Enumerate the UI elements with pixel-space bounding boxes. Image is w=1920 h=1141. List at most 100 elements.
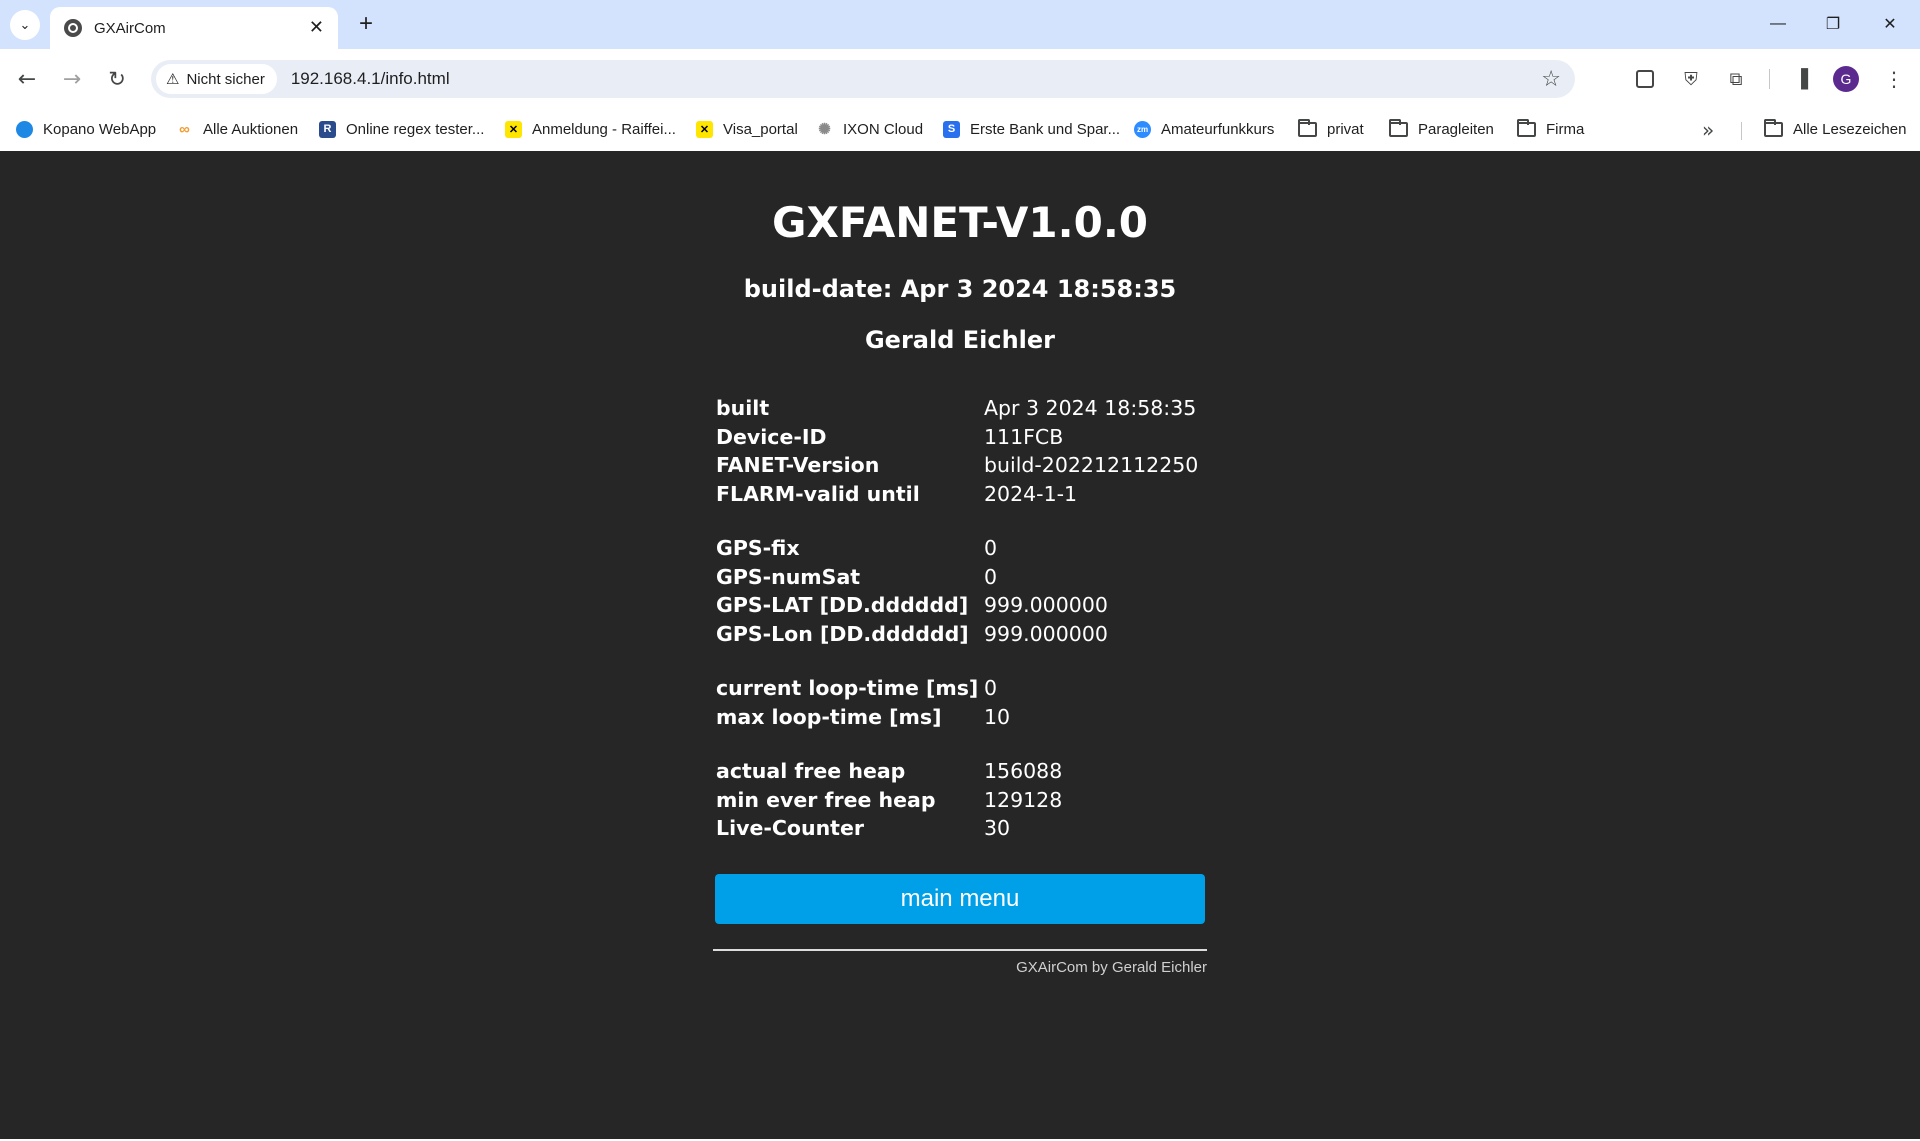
warning-triangle-icon: ⚠ [166, 71, 180, 88]
forward-arrow-icon[interactable]: → [56, 63, 88, 95]
all-bookmarks-label: Alle Lesezeichen [1793, 120, 1907, 138]
bookmark-label: privat [1327, 120, 1364, 138]
info-row: GPS-numSat 0 [716, 563, 1206, 592]
info-value: 30 [984, 816, 1011, 841]
bookmark-raiffeisen[interactable]: ✕ Anmeldung - Raiffei... [505, 118, 676, 140]
address-bar[interactable]: ⚠ Nicht sicher 192.168.4.1/info.html ☆ [151, 60, 1575, 98]
tab-title: GXAirCom [94, 19, 166, 37]
tab-close-icon[interactable]: ✕ [309, 19, 324, 37]
info-key: actual free heap [716, 759, 906, 784]
menu-kebab-icon[interactable]: ⋮ [1878, 63, 1910, 95]
folder-icon [1389, 118, 1408, 137]
info-row: current loop-time [ms] 0 [716, 674, 1206, 703]
info-row: FANET-Version build-202212112250 [716, 451, 1206, 480]
tab-strip: ⌄ GXAirCom ✕ + — ❐ ✕ [0, 0, 1920, 49]
info-row: min ever free heap 129128 [716, 786, 1206, 815]
info-group-gps: GPS-fix 0 GPS-numSat 0 GPS-LAT [DD.dddddd]… [716, 534, 1206, 648]
globe-icon [64, 19, 82, 37]
info-key: max loop-time [ms] [716, 704, 942, 729]
info-key: FLARM-valid until [716, 481, 920, 506]
info-table: built Apr 3 2024 18:58:35 Device-ID 111FCB… [716, 394, 1206, 869]
info-key: current loop-time [ms] [716, 676, 979, 701]
build-date-heading: build-date: Apr 3 2024 18:58:35 [743, 275, 1177, 303]
info-value: 156088 [984, 759, 1063, 784]
bookmark-folder-privat[interactable]: privat [1298, 118, 1364, 140]
back-arrow-icon[interactable]: ← [11, 63, 43, 95]
bookmark-label: Alle Auktionen [203, 120, 299, 138]
info-row: max loop-time [ms] 10 [716, 703, 1206, 732]
info-value: 999.000000 [984, 593, 1108, 618]
info-group-build: built Apr 3 2024 18:58:35 Device-ID 111FCB… [716, 394, 1206, 508]
bookmark-folder-paragleiten[interactable]: Paragleiten [1389, 118, 1494, 140]
minimize-button[interactable]: — [1758, 8, 1798, 40]
bookmark-regex-tester[interactable]: R Online regex tester... [319, 118, 484, 140]
erste-icon: S [943, 120, 960, 138]
raiffeisen-icon: ✕ [696, 120, 713, 138]
author-heading: Gerald Eichler [864, 326, 1056, 354]
new-tab-button[interactable]: + [352, 10, 380, 38]
bookmark-label: Paragleiten [1418, 120, 1494, 138]
info-value: 0 [984, 564, 998, 589]
info-row: FLARM-valid until 2024-1-1 [716, 480, 1206, 509]
zoom-icon: zm [1134, 120, 1151, 138]
info-key: GPS-numSat [716, 564, 861, 589]
profile-avatar[interactable]: G [1833, 66, 1859, 92]
extensions-puzzle-icon[interactable]: ⧉ [1720, 63, 1752, 95]
bookmarks-divider [1741, 122, 1742, 140]
bookmark-label: IXON Cloud [843, 120, 924, 138]
page-title: GXFANET-V1.0.0 [771, 198, 1148, 247]
bookmark-folder-firma[interactable]: Firma [1517, 118, 1584, 140]
bookmark-label: Erste Bank und Spar... [970, 120, 1121, 138]
tab-search-chevron-icon[interactable]: ⌄ [10, 10, 40, 40]
info-row: built Apr 3 2024 18:58:35 [716, 394, 1206, 423]
restore-button[interactable]: ❐ [1813, 8, 1853, 40]
bookmark-amateurfunkkurs[interactable]: zm Amateurfunkkurs [1134, 118, 1274, 140]
info-key: built [716, 396, 770, 421]
folder-icon [1517, 118, 1536, 137]
security-chip[interactable]: ⚠ Nicht sicher [156, 64, 277, 94]
bookmark-label: Online regex tester... [346, 120, 485, 138]
side-panel-icon[interactable]: ▐ [1785, 63, 1817, 95]
window-close-button[interactable]: ✕ [1870, 8, 1910, 40]
info-row: Live-Counter 30 [716, 814, 1206, 843]
security-chip-label: Nicht sicher [186, 70, 265, 88]
main-menu-button[interactable]: main menu [715, 874, 1205, 924]
toolbar-divider [1769, 69, 1770, 89]
info-key: GPS-LAT [DD.dddddd] [716, 593, 969, 618]
bookmark-label: Firma [1546, 120, 1585, 138]
bookmark-ixon-cloud[interactable]: ✺ IXON Cloud [816, 118, 923, 140]
info-value: build-202212112250 [984, 453, 1199, 478]
bookmark-label: Kopano WebApp [43, 120, 157, 138]
info-row: GPS-fix 0 [716, 534, 1206, 563]
bookmarks-bar: Kopano WebApp ∞ Alle Auktionen R Online … [0, 108, 1920, 151]
browser-tab[interactable]: GXAirCom ✕ [50, 7, 338, 49]
bookmark-kopano[interactable]: Kopano WebApp [16, 118, 156, 140]
info-key: FANET-Version [716, 453, 880, 478]
info-value: 0 [984, 676, 998, 701]
info-value: 111FCB [984, 424, 1064, 449]
bookmark-label: Visa_portal [723, 120, 798, 138]
folder-icon [1298, 118, 1317, 137]
info-value: 999.000000 [984, 621, 1108, 646]
bookmark-visa-portal[interactable]: ✕ Visa_portal [696, 118, 798, 140]
url-text[interactable]: 192.168.4.1/info.html [291, 69, 1541, 89]
kopano-icon [16, 120, 33, 138]
extension-puzzle-icon-1[interactable] [1629, 63, 1661, 95]
all-bookmarks-folder[interactable]: Alle Lesezeichen [1764, 118, 1906, 140]
shield-extension-icon[interactable]: ⛨ [1675, 63, 1707, 95]
bookmark-label: Amateurfunkkurs [1161, 120, 1275, 138]
info-value: 129128 [984, 787, 1063, 812]
info-row: GPS-Lon [DD.dddddd] 999.000000 [716, 620, 1206, 649]
info-key: Live-Counter [716, 816, 864, 841]
chevron-double-right-icon[interactable]: » [1702, 118, 1714, 142]
bookmark-alle-auktionen[interactable]: ∞ Alle Auktionen [176, 118, 298, 140]
bookmark-star-icon[interactable]: ☆ [1541, 67, 1561, 92]
bookmark-label: Anmeldung - Raiffei... [532, 120, 676, 138]
footer-credit: GXAirCom by Gerald Eichler [1016, 959, 1207, 976]
info-key: min ever free heap [716, 787, 936, 812]
info-value: Apr 3 2024 18:58:35 [984, 396, 1197, 421]
bookmark-erste-bank[interactable]: S Erste Bank und Spar... [943, 118, 1120, 140]
reload-icon[interactable]: ↻ [101, 63, 133, 95]
info-key: GPS-Lon [DD.dddddd] [716, 621, 969, 646]
folder-icon [1764, 118, 1783, 137]
